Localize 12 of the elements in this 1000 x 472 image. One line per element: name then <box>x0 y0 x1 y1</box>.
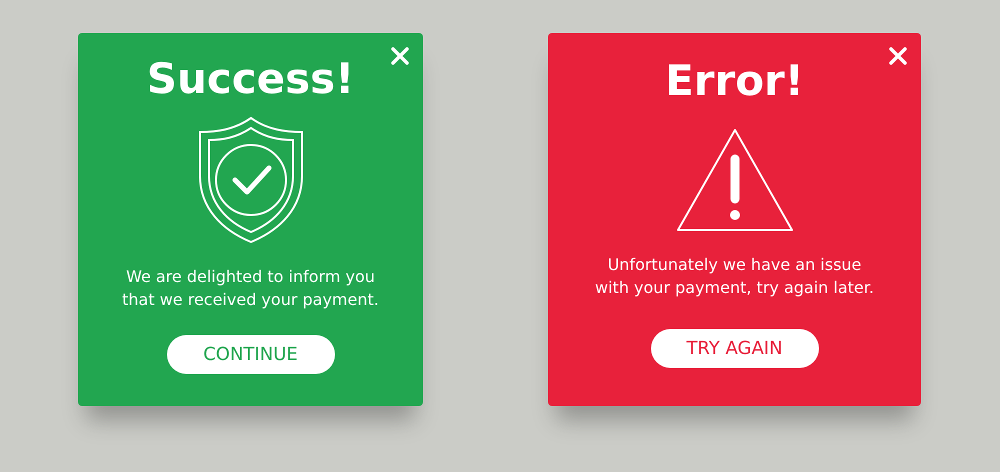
warning-icon <box>674 127 794 233</box>
dialog-title: Error! <box>665 57 804 105</box>
dialog-title: Success! <box>146 55 354 103</box>
action-button[interactable]: TRY AGAIN <box>650 329 818 368</box>
dialog-message: We are delighted to inform you that we received your payment. <box>122 266 379 311</box>
shield-check-icon <box>198 116 304 244</box>
close-button[interactable] <box>389 45 411 67</box>
close-icon <box>889 47 907 65</box>
close-button[interactable] <box>887 45 909 67</box>
close-icon <box>391 47 409 65</box>
action-button[interactable]: CONTINUE <box>166 335 334 374</box>
dialog-message: Unfortunately we have an issue with your payment, try again later. <box>595 254 874 299</box>
